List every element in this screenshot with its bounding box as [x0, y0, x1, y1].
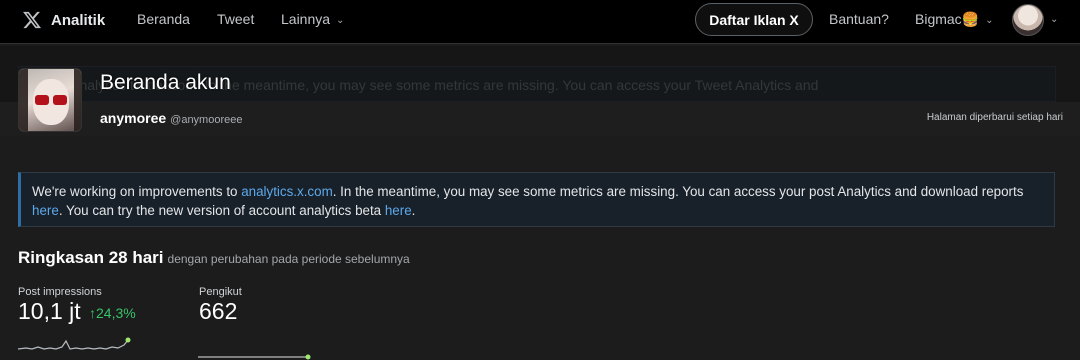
chevron-down-icon[interactable]: ⌄ [1050, 14, 1058, 25]
nav-link-home[interactable]: Beranda [137, 11, 190, 27]
nav-link-more-label: Lainnya [281, 11, 331, 27]
user-handle: @anymooreee [170, 114, 243, 126]
analytics-link[interactable]: analytics.x.com [241, 184, 333, 199]
brand[interactable]: Analitik [22, 9, 105, 31]
update-note: Halaman diperbarui setiap hari [926, 112, 1063, 123]
metric-change-value: 24,3% [96, 305, 136, 321]
username: anymoree [100, 110, 167, 126]
account-name: anymoree @anymooreee [100, 110, 242, 126]
summary-subtitle: dengan perubahan pada periode sebelumnya [167, 252, 410, 266]
banner-text: . [411, 203, 416, 218]
user-menu-label: Bigmac🍔 [915, 11, 980, 27]
summary-title: Ringkasan 28 hari [18, 248, 164, 267]
chevron-down-icon: ⌄ [336, 15, 345, 26]
impressions-sparkline [18, 337, 131, 350]
avatar[interactable] [1012, 4, 1044, 36]
banner-text: . In the meantime, you may see some metr… [332, 184, 1024, 199]
brand-title: Analitik [51, 11, 106, 29]
account-header: ...ork... analytics.twitter.com. In the … [0, 46, 1080, 136]
top-navigation: Analitik Beranda Tweet Lainnya ⌄ Daftar I… [0, 0, 1080, 44]
followers-sparkline [198, 354, 311, 360]
metric-label-impressions: Post impressions [18, 286, 102, 298]
profile-hair [19, 69, 81, 131]
summary-heading: Ringkasan 28 hari dengan perubahan pada p… [18, 248, 410, 268]
user-menu[interactable]: Bigmac🍔 ⌄ [915, 11, 994, 28]
page-title: Beranda akun [100, 71, 231, 94]
info-banner: We're working on improvements to analyti… [18, 172, 1055, 227]
banner-text: . You can try the new version of account… [58, 203, 385, 218]
chevron-down-icon: ⌄ [985, 15, 994, 26]
metric-value-impressions: 10,1 jt [18, 298, 81, 324]
profile-picture [18, 68, 82, 132]
help-link[interactable]: Bantuan? [829, 11, 889, 27]
banner-text: We're working on improvements to [32, 184, 242, 199]
metric-label-followers: Pengikut [199, 286, 242, 298]
nav-link-more[interactable]: Lainnya ⌄ [281, 11, 344, 27]
metric-value-followers: 662 [199, 298, 238, 324]
x-logo-icon [23, 11, 42, 29]
metric-change-impressions: ↑24,3% [89, 305, 136, 321]
beta-here-link[interactable]: here [385, 203, 412, 218]
reports-here-link[interactable]: here [32, 203, 59, 218]
arrow-up-icon: ↑ [89, 305, 96, 321]
ads-signup-button[interactable]: Daftar Iklan X [695, 3, 813, 36]
nav-link-tweets[interactable]: Tweet [217, 11, 254, 27]
